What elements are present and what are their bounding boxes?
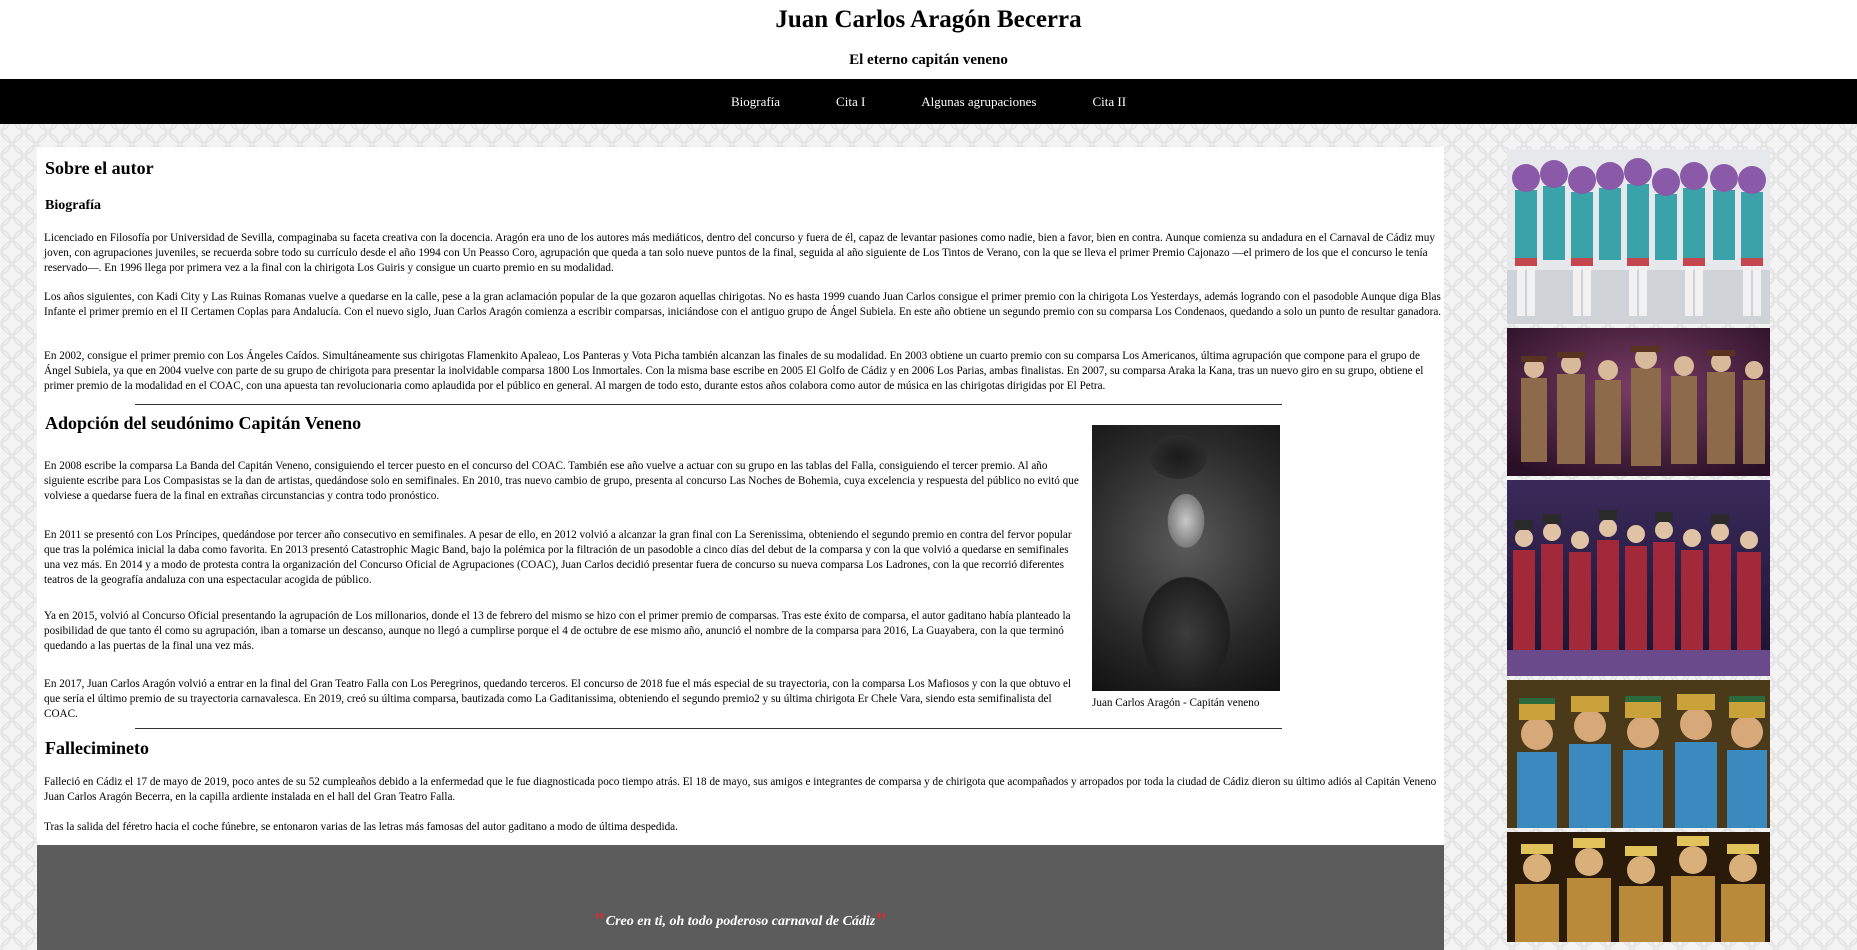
- gallery-photo-comparsa-1: [1507, 150, 1770, 324]
- nav-link-agrupaciones[interactable]: Algunas agrupaciones: [921, 94, 1036, 110]
- main-content: Sobre el autor Biografía Licenciado en F…: [37, 147, 1444, 950]
- portrait-figure: Juan Carlos Aragón - Capitán veneno: [1092, 425, 1292, 709]
- site-subtitle: El eterno capitán veneno: [849, 52, 1008, 68]
- nav-link-cita-2[interactable]: Cita II: [1092, 94, 1126, 110]
- death-heading: Fallecimineto: [45, 738, 149, 758]
- alias-paragraph: En 2011 se presentó con Los Príncipes, q…: [44, 529, 1072, 586]
- death-paragraph: Falleció en Cádiz el 17 de mayo de 2019,…: [44, 776, 1437, 803]
- alias-paragraph: En 2017, Juan Carlos Aragón volvió a ent…: [44, 678, 1072, 720]
- bio-paragraph: En 2002, consigue el primer premio con L…: [44, 350, 1424, 392]
- death-paragraph: Tras la salida del féretro hacia el coch…: [44, 821, 678, 833]
- bio-paragraph: Los años siguientes, con Kadi City y Las…: [44, 291, 1442, 318]
- nav-link-cita-1[interactable]: Cita I: [836, 94, 865, 110]
- gallery-photo-comparsa-3: [1507, 480, 1770, 676]
- bio-heading: Biografía: [45, 198, 101, 213]
- quote-text: Creo en ti, oh todo poderoso carnaval de…: [605, 914, 876, 929]
- gallery-photo-comparsa-5: [1507, 832, 1770, 942]
- alias-heading: Adopción del seudónimo Capitán Veneno: [45, 413, 362, 433]
- quote: "Creo en ti, oh todo poderoso carnaval d…: [37, 908, 1444, 934]
- portrait-photo: [1092, 425, 1280, 691]
- section-title: Sobre el autor: [45, 158, 154, 178]
- site-header: Juan Carlos Aragón Becerra El eterno cap…: [0, 0, 1857, 79]
- bio-paragraph: Licenciado en Filosofía por Universidad …: [44, 232, 1435, 274]
- portrait-caption: Juan Carlos Aragón - Capitán veneno: [1092, 697, 1260, 709]
- alias-paragraph: En 2008 escribe la comparsa La Banda del…: [44, 460, 1079, 502]
- gallery-photo-comparsa-4: [1507, 680, 1770, 828]
- section-divider: [135, 404, 1282, 405]
- photo-gallery: [1507, 150, 1770, 946]
- alias-paragraph: Ya en 2015, volvió al Concurso Oficial p…: [44, 610, 1071, 652]
- site-title: Juan Carlos Aragón Becerra: [775, 6, 1082, 33]
- quote-band: "Creo en ti, oh todo poderoso carnaval d…: [37, 845, 1444, 950]
- quote-open-mark: ": [593, 908, 606, 933]
- main-nav: Biografía Cita I Algunas agrupaciones Ci…: [0, 79, 1857, 124]
- quote-close-mark: ": [875, 908, 888, 933]
- nav-link-biografia[interactable]: Biografía: [731, 94, 780, 110]
- gallery-photo-comparsa-2: [1507, 328, 1770, 476]
- section-divider: [135, 728, 1282, 729]
